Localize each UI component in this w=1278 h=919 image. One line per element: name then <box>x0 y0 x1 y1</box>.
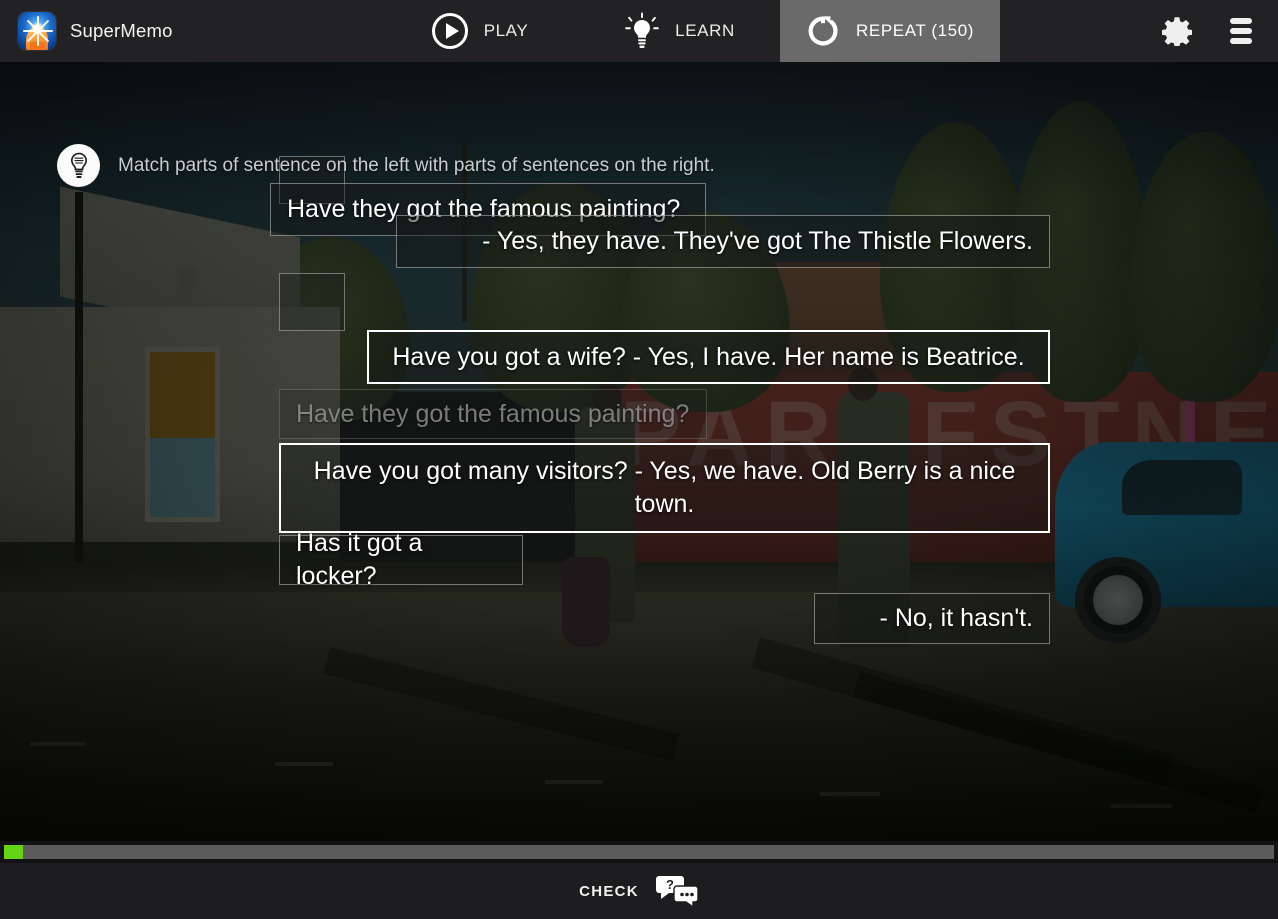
progress-fill <box>4 845 24 859</box>
sentence-card-5[interactable]: Have you got many visitors? - Yes, we ha… <box>279 443 1050 533</box>
tab-learn-label: LEARN <box>675 21 735 40</box>
sentence-card-7-text: - No, it hasn't. <box>879 604 1033 632</box>
sentence-card-5-text: Have you got many visitors? - Yes, we ha… <box>313 457 1016 518</box>
sentence-card-2[interactable]: - Yes, they have. They've got The Thistl… <box>396 215 1050 268</box>
tab-repeat[interactable]: REPEAT (150) <box>780 0 1001 62</box>
app-window: SuperMemo PLAY LEARN REPEAT (150) Match … <box>0 0 1278 919</box>
tab-play[interactable]: PLAY <box>380 0 580 62</box>
brand-name: SuperMemo <box>70 20 173 41</box>
tab-repeat-label: REPEAT (150) <box>856 21 975 40</box>
hamburger-menu-icon[interactable] <box>1230 16 1252 46</box>
sentence-card-6-text: Has it got a locker? <box>296 529 423 590</box>
supermemo-head-logo <box>18 12 56 50</box>
sentence-card-3-text: Have you got a wife? - Yes, I have. Her … <box>392 342 1025 371</box>
answer-slot-2[interactable] <box>279 273 345 331</box>
top-navigation-bar: SuperMemo PLAY LEARN REPEAT (150) <box>0 0 1278 62</box>
speech-bubbles-question-icon[interactable]: ? <box>655 874 699 908</box>
sentence-card-6[interactable]: Has it got a locker? <box>279 529 523 590</box>
exercise-stage: PARKFSTNE <box>0 62 1278 841</box>
sentence-card-7[interactable]: - No, it hasn't. <box>814 593 1050 644</box>
check-button-label[interactable]: CHECK <box>579 883 639 900</box>
svg-text:?: ? <box>666 877 674 892</box>
topbar-actions <box>1162 0 1278 62</box>
lightbulb-hint-icon <box>57 144 100 187</box>
instruction-text: Match parts of sentence on the left with… <box>118 154 715 176</box>
instruction-bar: Match parts of sentence on the left with… <box>57 144 715 187</box>
tab-learn[interactable]: LEARN <box>580 0 780 62</box>
sentence-card-4[interactable]: Have they got the famous painting? <box>279 389 707 439</box>
sentence-card-3[interactable]: Have you got a wife? - Yes, I have. Her … <box>367 330 1050 384</box>
sentence-card-2-text: - Yes, they have. They've got The Thistl… <box>482 227 1033 255</box>
gear-icon[interactable] <box>1162 16 1192 46</box>
repeat-arrow-icon <box>808 16 838 46</box>
sentence-card-4-text: Have they got the famous painting? <box>296 399 690 428</box>
progress-track[interactable] <box>4 845 1274 859</box>
play-circle-icon <box>431 13 468 49</box>
progress-bar <box>0 841 1278 863</box>
brand-area: SuperMemo <box>0 0 380 62</box>
tab-play-label: PLAY <box>483 21 529 40</box>
lightbulb-icon <box>625 12 659 48</box>
bottom-action-bar: CHECK ? <box>0 863 1278 919</box>
